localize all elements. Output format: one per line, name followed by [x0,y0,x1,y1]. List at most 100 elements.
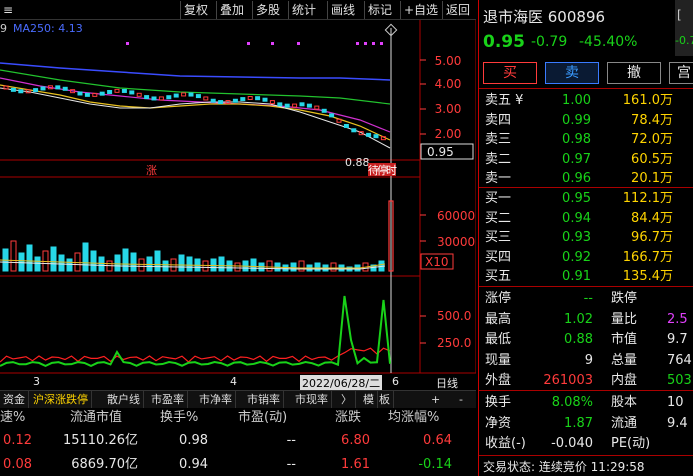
mark-button[interactable]: 标记 [364,1,395,19]
cell-speed: 0.08 [3,457,32,472]
cell-avg-change: 0.64 [423,433,452,448]
ma250-line [0,62,391,81]
tab-board[interactable]: 板 [376,391,394,408]
bid-label: 买一 [485,191,512,206]
bid-level-row[interactable]: 买二 0.94 84.4万 [479,209,693,228]
col-header-pe[interactable]: 市盈(动) [238,408,287,428]
stat-value: 9 [584,352,593,368]
sell-button[interactable]: 卖 [545,62,599,84]
kline-chart[interactable]: 5.00 4.00 3.00 2.00 0.95 0.88 涨 待 停 时 60… [0,20,476,394]
bid-level-row[interactable]: 买四 0.92 166.7万 [479,248,693,267]
bid-volume: 166.7万 [622,249,673,265]
ask-volume: 72.0万 [631,132,673,147]
volume-bar [130,252,137,272]
volume-bar [202,260,209,272]
stat-value: 261003 [543,373,593,388]
candle [314,105,320,110]
volume-bar [154,250,161,272]
separator [479,455,693,456]
candle [240,97,246,102]
separator [479,187,693,188]
volume-bar [82,242,89,272]
zoom-out-button[interactable]: - [456,391,466,408]
table-row[interactable]: 0.08 6869.70亿 0.94 -- 1.61 -0.14 [0,454,476,476]
more-button[interactable]: 宫 [669,62,693,84]
stat-row: 现量 9 总量 764 [479,351,693,370]
volume-tick-marks [420,214,426,242]
tab-more-chevron[interactable]: 〉 [338,391,356,408]
stat-label: 市值 [611,332,638,347]
col-header-float-cap[interactable]: 流通市值 [70,408,122,428]
date-tick-3: 3 [33,375,40,388]
tab-funds[interactable]: 资金 [0,391,29,408]
zoom-in-button[interactable]: + [428,391,443,408]
candle [366,132,372,137]
stat-row: 换手 8.08% 股本 10 [479,393,693,412]
col-header-speed[interactable]: 速% [0,408,25,428]
candle [144,95,150,100]
candle [343,124,349,129]
candle [33,88,39,93]
stat-value: 0.88 [564,332,593,347]
bid-level-row[interactable]: 买五 0.91 135.4万 [479,267,693,286]
zhang-label: 涨 [146,164,157,177]
tab-ps[interactable]: 市销率 [244,391,284,408]
candle [269,100,275,105]
tab-retail-line[interactable]: 散户线 [104,391,144,408]
stat-value: 764 [667,352,692,368]
multi-stock-button[interactable]: 多股 [252,1,283,19]
draw-line-button[interactable]: 画线 [327,1,358,19]
buy-button[interactable]: 买 [483,62,537,84]
bid-level-row[interactable]: 买一 0.95 112.1万 [479,189,693,208]
ask-level-row[interactable]: 卖五 ¥ 1.00 161.0万 [479,91,693,110]
bid-level-row[interactable]: 买三 0.93 96.7万 [479,228,693,247]
volume-bar [58,254,65,272]
stat-label: 换手 [485,395,512,410]
tab-pe[interactable]: 市盈率 [148,391,188,408]
table-row[interactable]: 0.12 15110.26亿 0.98 -- 6.80 0.64 [0,430,476,452]
stat-row: 收益(-) -0.040 PE(动) [479,434,693,453]
date-tick-6: 6 [392,375,399,388]
candle [181,92,187,97]
back-button[interactable]: 返回 [442,1,473,19]
period-label[interactable]: 日线 [436,375,458,391]
candle [18,89,24,94]
ask-volume: 78.4万 [631,112,673,128]
adjust-button[interactable]: 复权 [180,1,211,19]
candle [173,93,179,98]
tab-pcf[interactable]: 市现率 [292,391,332,408]
col-header-turnover[interactable]: 换手% [160,408,198,428]
candle [114,88,120,93]
tab-pb[interactable]: 市净率 [196,391,236,408]
ask-label: 卖二 [485,151,512,167]
ask-volume: 60.5万 [631,151,673,167]
overlay-button[interactable]: 叠加 [216,1,247,19]
ask-level-row[interactable]: 卖四 0.99 78.4万 [479,111,693,130]
separator [479,390,693,391]
stat-value: 1.87 [564,415,593,431]
ask-level-row[interactable]: 卖一 0.96 20.1万 [479,169,693,188]
chart-toolbar: ≡ 复权 叠加 多股 统计 画线 标记 +自选 返回 [0,0,476,20]
candle [10,87,16,92]
bid-volume: 84.4万 [631,210,673,226]
ask-level-row[interactable]: 卖二 0.97 60.5万 [479,150,693,169]
candle [129,90,135,95]
volume-bar [122,248,129,272]
stats-button[interactable]: 统计 [288,1,319,19]
price-tick: 4.00 [435,77,462,91]
menu-icon[interactable]: ≡ [0,1,16,19]
ask-volume: 20.1万 [631,171,673,186]
signal-dots [126,42,383,45]
add-watchlist-button[interactable]: +自选 [400,1,441,19]
candle [351,128,357,133]
ask-level-row[interactable]: 卖三 0.98 72.0万 [479,130,693,149]
tab-limit-up-down[interactable]: 沪深涨跌停 [30,391,92,408]
volume-bar [314,262,321,272]
cancel-button[interactable]: 撤 [607,62,661,84]
col-header-change[interactable]: 涨跌 [335,408,361,428]
candle [255,96,261,101]
sector-table: 速% 流通市值 换手% 市盈(动) 涨跌 均涨幅% 0.12 15110.26亿… [0,408,476,476]
stat-label: 净资 [485,415,512,431]
volume-bar [250,258,257,272]
col-header-avg-change[interactable]: 均涨幅% [388,408,439,428]
